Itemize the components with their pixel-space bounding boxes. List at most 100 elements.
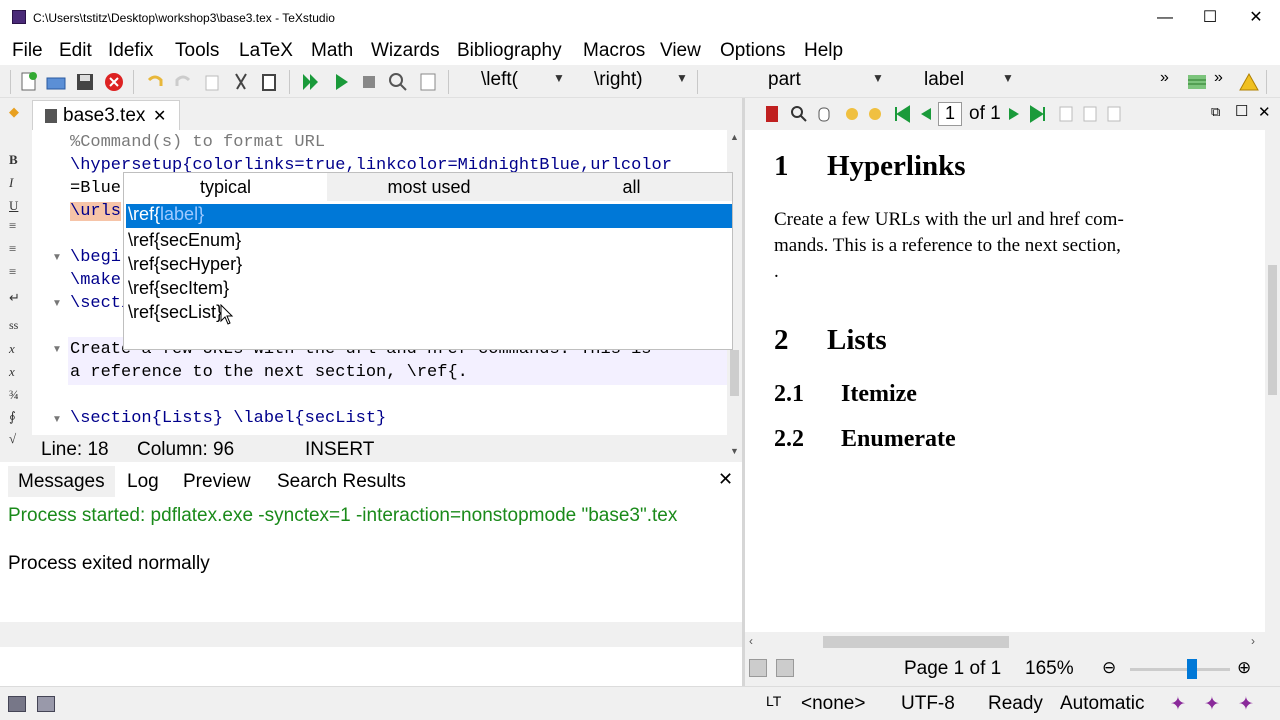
fit-width-icon[interactable]	[1055, 103, 1077, 125]
language-selector[interactable]: <none>	[801, 693, 865, 715]
menu-math[interactable]: Math	[311, 40, 353, 62]
tab-log[interactable]: Log	[117, 466, 169, 497]
table-icon[interactable]	[1186, 71, 1208, 93]
new-file-icon[interactable]	[18, 71, 40, 93]
label-combo[interactable]: label ▼	[924, 69, 1014, 95]
menu-view[interactable]: View	[660, 40, 701, 62]
open-file-icon[interactable]	[45, 71, 67, 93]
menu-latex[interactable]: LaTeX	[239, 40, 293, 62]
fold-arrow-icon[interactable]: ▼	[52, 344, 62, 355]
zoom-in-icon[interactable]: ⊕	[1237, 658, 1251, 678]
menu-idefix[interactable]: Idefix	[108, 40, 153, 62]
completer-tab-most-used[interactable]: most used	[328, 173, 530, 201]
pdf-horizontal-scrollbar[interactable]: ‹ ›	[745, 632, 1265, 652]
structure-combo[interactable]: part ▼	[768, 69, 884, 95]
menu-options[interactable]: Options	[720, 40, 785, 62]
scroll-right-icon[interactable]: ›	[1251, 634, 1255, 648]
pdf-viewer[interactable]: 1 Hyperlinks Create a few URLs with the …	[745, 130, 1265, 632]
file-tab-base3[interactable]: base3.tex ✕	[32, 100, 180, 130]
pdf-vscroll-thumb[interactable]	[1268, 265, 1277, 395]
tab-messages[interactable]: Messages	[8, 466, 115, 497]
continuous-icon[interactable]	[1103, 103, 1125, 125]
underline-icon[interactable]: U	[9, 198, 18, 214]
zoom-slider-handle[interactable]	[1187, 659, 1197, 679]
superscript-icon[interactable]: x	[9, 364, 15, 380]
bold-icon[interactable]: B	[9, 152, 18, 168]
fit-page-icon[interactable]	[1079, 103, 1101, 125]
messages-panel-icon[interactable]	[37, 696, 55, 712]
completion-item[interactable]: \ref{secEnum}	[128, 230, 241, 251]
undo-icon[interactable]	[144, 71, 166, 93]
completer-tab-all[interactable]: all	[531, 173, 732, 201]
maximize-button[interactable]: ☐	[1195, 6, 1225, 30]
next-page-icon[interactable]	[1003, 103, 1025, 125]
first-page-icon[interactable]	[891, 103, 913, 125]
last-page-icon[interactable]	[1027, 103, 1049, 125]
close-window-button[interactable]: ✕	[1241, 6, 1271, 30]
dock-icon[interactable]: ⧉	[1211, 104, 1220, 120]
tab-preview[interactable]: Preview	[173, 466, 261, 497]
compile-icon[interactable]	[330, 71, 352, 93]
back-icon[interactable]	[841, 103, 863, 125]
minimize-button[interactable]: —	[1150, 6, 1180, 30]
autoupdate-mode[interactable]: Automatic	[1060, 693, 1144, 715]
scroll-left-icon[interactable]: ‹	[749, 634, 753, 648]
hand-tool-icon[interactable]	[813, 103, 835, 125]
pdf-search-icon[interactable]	[788, 103, 810, 125]
editor-scroll-thumb[interactable]	[730, 350, 739, 396]
subscript-icon[interactable]: x	[9, 341, 15, 357]
zoom-slider[interactable]	[1130, 668, 1230, 671]
structure-panel-icon[interactable]	[8, 696, 26, 712]
scroll-down-icon[interactable]: ▼	[730, 446, 739, 456]
newline-icon[interactable]: ↵	[9, 290, 20, 306]
toolbar-overflow-button[interactable]: »	[1160, 69, 1169, 95]
previous-page-icon[interactable]	[915, 103, 937, 125]
fraction-icon[interactable]: ¾	[9, 387, 19, 403]
view-pdf-icon[interactable]	[387, 71, 409, 93]
cut-icon[interactable]	[230, 71, 252, 93]
toolbar-overflow-button-2[interactable]: »	[1214, 69, 1223, 95]
page-number-input[interactable]: 1	[938, 102, 962, 126]
close-panel-icon[interactable]: ✕	[718, 469, 733, 490]
completion-item-selected[interactable]: \ref{label}	[126, 204, 732, 228]
build-view-icon[interactable]	[300, 71, 322, 93]
close-file-icon[interactable]	[103, 71, 125, 93]
bookmark-3-icon[interactable]: ✦	[1238, 693, 1254, 716]
paste-icon[interactable]	[258, 71, 280, 93]
menu-edit[interactable]: Edit	[59, 40, 92, 62]
log-icon[interactable]	[417, 71, 439, 93]
sqrt-icon[interactable]: √	[9, 431, 16, 447]
completion-item[interactable]: \ref{secHyper}	[128, 254, 242, 275]
fold-arrow-icon[interactable]: ▼	[52, 252, 62, 263]
right-delimiter-combo[interactable]: \right) ▼	[594, 69, 688, 95]
left-delimiter-combo[interactable]: \left(▼	[481, 69, 565, 95]
italic-icon[interactable]: I	[9, 175, 13, 191]
zoom-out-icon[interactable]: ⊖	[1102, 658, 1116, 678]
completion-item[interactable]: \ref{secList}	[128, 302, 222, 323]
tab-search-results[interactable]: Search Results	[267, 466, 416, 497]
align-left-icon[interactable]: ≡	[9, 218, 16, 234]
autocomplete-popup[interactable]: typical most used all \ref{label} \ref{s…	[123, 172, 733, 350]
bookmark-1-icon[interactable]: ✦	[1170, 693, 1186, 716]
menu-file[interactable]: File	[12, 40, 43, 62]
encoding-selector[interactable]: UTF-8	[901, 693, 955, 715]
maximize-viewer-icon[interactable]: ☐	[1235, 102, 1248, 120]
bookmark-icon[interactable]: ◆	[9, 104, 19, 120]
insert-mode-indicator[interactable]: INSERT	[305, 439, 374, 461]
messages-horizontal-scrollbar[interactable]	[0, 622, 743, 647]
menu-tools[interactable]: Tools	[175, 40, 219, 62]
menu-wizards[interactable]: Wizards	[371, 40, 440, 62]
dfrac-icon[interactable]: ∮	[9, 409, 16, 425]
forward-icon[interactable]	[864, 103, 886, 125]
pdf-vertical-scrollbar[interactable]	[1265, 130, 1280, 632]
annotate-2-icon[interactable]	[776, 659, 794, 677]
close-viewer-icon[interactable]: ✕	[1258, 103, 1271, 121]
bookmark-2-icon[interactable]: ✦	[1204, 693, 1220, 716]
completion-item[interactable]: \ref{secItem}	[128, 278, 229, 299]
pdf-sync-icon[interactable]	[761, 103, 783, 125]
redo-icon[interactable]	[172, 71, 194, 93]
menu-macros[interactable]: Macros	[583, 40, 645, 62]
save-icon[interactable]	[74, 71, 96, 93]
completer-tab-typical[interactable]: typical	[124, 173, 327, 201]
copy-icon[interactable]	[201, 71, 223, 93]
